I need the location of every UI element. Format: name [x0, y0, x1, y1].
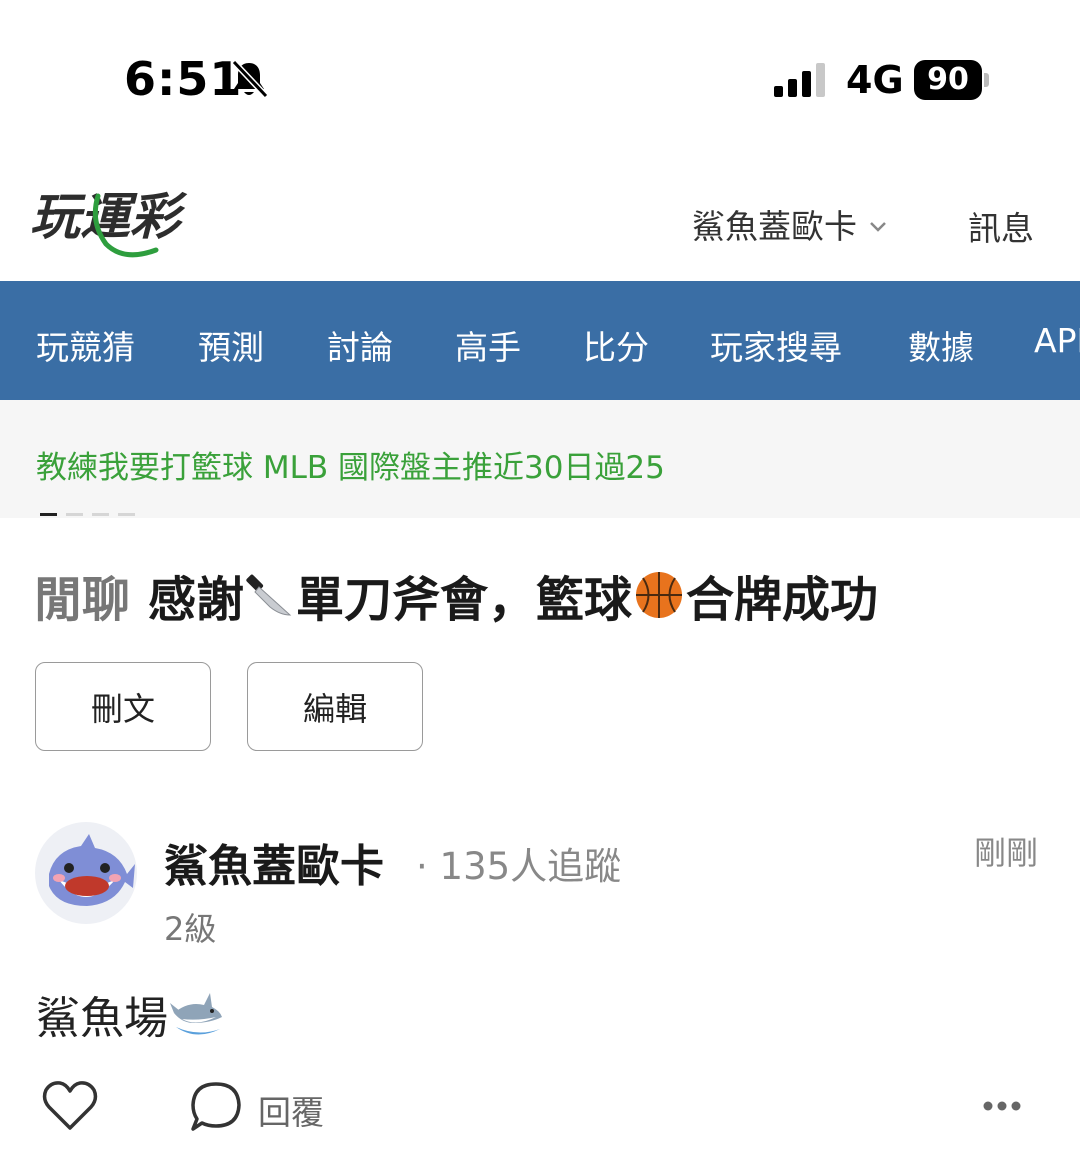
shark-avatar-icon [49, 834, 135, 906]
site-header: 玩運彩 鯊魚蓋歐卡 訊息 [0, 160, 1080, 281]
main-nav: 玩競猜 預測 討論 高手 比分 玩家搜尋 數據 APP [0, 281, 1080, 400]
status-bar: 6:51 4G 90 [0, 0, 1080, 160]
user-menu[interactable]: 鯊魚蓋歐卡 [692, 202, 889, 246]
ticker-pagination [40, 513, 135, 516]
user-menu-label: 鯊魚蓋歐卡 [692, 207, 857, 246]
author-level: 2級 [164, 910, 217, 948]
heart-icon[interactable] [40, 1076, 100, 1136]
edit-post-button[interactable]: 編輯 [247, 662, 423, 751]
reply-button[interactable]: 回覆 [258, 1086, 324, 1134]
nav-item-experts[interactable]: 高手 [455, 321, 521, 369]
ticker-dot[interactable] [66, 513, 83, 516]
bell-muted-icon [231, 59, 269, 99]
basketball-icon [636, 572, 683, 618]
title-text-2: 單刀斧會，籃球 [296, 572, 633, 628]
nav-item-discuss[interactable]: 討論 [327, 321, 393, 369]
avatar[interactable] [35, 822, 137, 924]
status-time: 6:51 [124, 52, 243, 106]
nav-item-data[interactable]: 數據 [908, 321, 974, 369]
ticker-dot[interactable] [118, 513, 135, 516]
comment-icon[interactable] [188, 1078, 244, 1134]
post-title: 閒聊 感謝 單刀斧會，籃球 合牌成功 [34, 560, 878, 630]
knife-icon [246, 574, 292, 616]
nav-item-player-search[interactable]: 玩家搜尋 [710, 321, 842, 369]
ticker-text[interactable]: 教練我要打籃球 MLB 國際盤主推近30日過25 [36, 442, 665, 487]
battery-tip [984, 73, 989, 87]
nav-item-app[interactable]: APP [1034, 321, 1080, 360]
title-text-1: 感謝 [148, 572, 245, 628]
site-logo[interactable]: 玩運彩 [28, 182, 228, 262]
follower-count: · 135人追蹤 [416, 845, 622, 888]
battery-level: 90 [914, 60, 982, 100]
post-timestamp: 剛剛 [974, 834, 1039, 872]
post-body: 鯊魚場 [36, 982, 224, 1046]
author-name[interactable]: 鯊魚蓋歐卡 [164, 830, 384, 894]
ticker-dot[interactable] [92, 513, 109, 516]
chevron-down-icon [870, 222, 886, 232]
ticker-dot[interactable] [40, 513, 57, 516]
nav-item-guess[interactable]: 玩競猜 [36, 321, 135, 369]
nav-item-scores[interactable]: 比分 [583, 321, 649, 369]
shark-icon [170, 993, 222, 1035]
title-text-3: 合牌成功 [686, 572, 879, 628]
nav-item-predict[interactable]: 預測 [198, 321, 264, 369]
delete-post-button[interactable]: 刪文 [35, 662, 211, 751]
more-icon[interactable] [982, 1098, 1022, 1114]
network-type: 4G [846, 58, 904, 102]
battery-indicator: 90 [914, 60, 990, 100]
post-body-text: 鯊魚場 [36, 993, 168, 1044]
logo-text: 玩運彩 [30, 188, 188, 246]
post-category: 閒聊 [34, 572, 131, 628]
signal-icon [774, 63, 825, 97]
messages-link[interactable]: 訊息 [968, 202, 1034, 250]
announcement-ticker: 教練我要打籃球 MLB 國際盤主推近30日過25 [0, 400, 1080, 518]
